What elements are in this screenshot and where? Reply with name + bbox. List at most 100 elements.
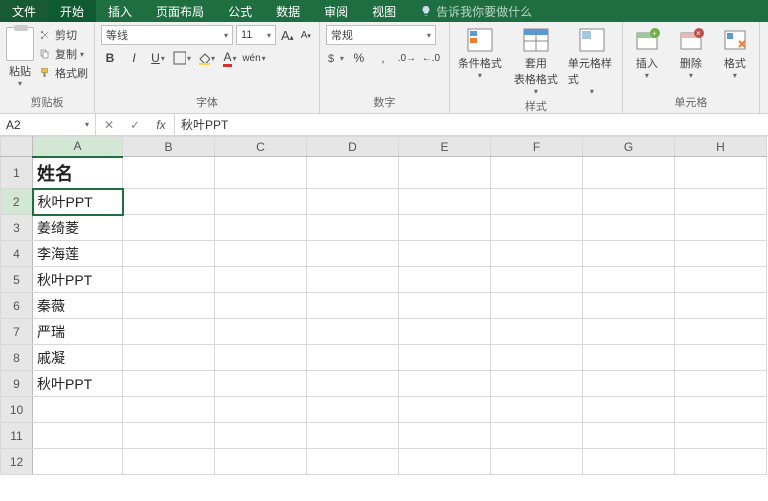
fx-button[interactable]: fx [148, 118, 174, 132]
cell-H10[interactable] [675, 397, 767, 423]
cell-E10[interactable] [399, 397, 491, 423]
row-header-5[interactable]: 5 [1, 267, 33, 293]
cell-A12[interactable] [33, 449, 123, 475]
tab-view[interactable]: 视图 [360, 0, 408, 22]
cell-E4[interactable] [399, 241, 491, 267]
cell-B4[interactable] [123, 241, 215, 267]
tell-me[interactable]: 告诉我你要做什么 [408, 0, 544, 22]
cell-H1[interactable] [675, 157, 767, 189]
bold-button[interactable]: B [101, 49, 119, 67]
cell-H11[interactable] [675, 423, 767, 449]
cell-B5[interactable] [123, 267, 215, 293]
column-header-A[interactable]: A [33, 137, 123, 157]
cell-A6[interactable]: 秦薇 [33, 293, 123, 319]
cell-B12[interactable] [123, 449, 215, 475]
tab-insert[interactable]: 插入 [96, 0, 144, 22]
cell-B6[interactable] [123, 293, 215, 319]
cell-G9[interactable] [583, 371, 675, 397]
border-button[interactable]: ▾ [173, 49, 191, 67]
row-header-7[interactable]: 7 [1, 319, 33, 345]
cell-A5[interactable]: 秋叶PPT [33, 267, 123, 293]
cell-E2[interactable] [399, 189, 491, 215]
cell-B1[interactable] [123, 157, 215, 189]
cut-button[interactable]: 剪切 [38, 27, 88, 43]
cell-G7[interactable] [583, 319, 675, 345]
cell-E1[interactable] [399, 157, 491, 189]
font-name-combo[interactable]: 等线▾ [101, 25, 233, 45]
cell-H5[interactable] [675, 267, 767, 293]
cell-C9[interactable] [215, 371, 307, 397]
cell-C1[interactable] [215, 157, 307, 189]
cell-A4[interactable]: 李海莲 [33, 241, 123, 267]
cell-D10[interactable] [307, 397, 399, 423]
select-all-corner[interactable] [1, 137, 33, 157]
cell-E9[interactable] [399, 371, 491, 397]
cell-C4[interactable] [215, 241, 307, 267]
comma-button[interactable]: , [374, 49, 392, 67]
cell-D11[interactable] [307, 423, 399, 449]
column-header-E[interactable]: E [399, 137, 491, 157]
cell-F10[interactable] [491, 397, 583, 423]
font-color-button[interactable]: A▾ [221, 49, 239, 67]
cell-styles-button[interactable]: 单元格样式▾ [568, 25, 616, 96]
confirm-edit-button[interactable]: ✓ [122, 118, 148, 132]
cell-H4[interactable] [675, 241, 767, 267]
cell-H7[interactable] [675, 319, 767, 345]
row-header-4[interactable]: 4 [1, 241, 33, 267]
cell-E11[interactable] [399, 423, 491, 449]
cell-A3[interactable]: 姜绮菱 [33, 215, 123, 241]
cell-B9[interactable] [123, 371, 215, 397]
cell-B3[interactable] [123, 215, 215, 241]
cell-E8[interactable] [399, 345, 491, 371]
cell-B10[interactable] [123, 397, 215, 423]
column-header-B[interactable]: B [123, 137, 215, 157]
cell-H8[interactable] [675, 345, 767, 371]
cell-A8[interactable]: 戚凝 [33, 345, 123, 371]
underline-button[interactable]: U▾ [149, 49, 167, 67]
cell-A7[interactable]: 严瑞 [33, 319, 123, 345]
cell-C8[interactable] [215, 345, 307, 371]
decrease-decimal-button[interactable]: ←.0 [422, 49, 440, 67]
cell-B11[interactable] [123, 423, 215, 449]
cell-H3[interactable] [675, 215, 767, 241]
formula-input[interactable]: 秋叶PPT [175, 114, 768, 135]
row-header-12[interactable]: 12 [1, 449, 33, 475]
cell-D5[interactable] [307, 267, 399, 293]
row-header-1[interactable]: 1 [1, 157, 33, 189]
cell-E12[interactable] [399, 449, 491, 475]
tab-home[interactable]: 开始 [48, 0, 96, 22]
row-header-6[interactable]: 6 [1, 293, 33, 319]
cell-G5[interactable] [583, 267, 675, 293]
cell-G3[interactable] [583, 215, 675, 241]
cell-D9[interactable] [307, 371, 399, 397]
column-header-D[interactable]: D [307, 137, 399, 157]
format-cells-button[interactable]: 格式▾ [717, 25, 753, 80]
cell-F7[interactable] [491, 319, 583, 345]
grow-font-button[interactable]: A▴ [279, 28, 296, 43]
format-table-button[interactable]: 套用 表格格式▾ [512, 25, 560, 96]
conditional-format-button[interactable]: 条件格式▾ [456, 25, 504, 80]
cell-C10[interactable] [215, 397, 307, 423]
cell-F1[interactable] [491, 157, 583, 189]
tab-file[interactable]: 文件 [0, 0, 48, 22]
italic-button[interactable]: I [125, 49, 143, 67]
cell-C2[interactable] [215, 189, 307, 215]
cell-C3[interactable] [215, 215, 307, 241]
cell-F4[interactable] [491, 241, 583, 267]
column-header-G[interactable]: G [583, 137, 675, 157]
increase-decimal-button[interactable]: .0→ [398, 49, 416, 67]
cell-A1[interactable]: 姓名 [33, 157, 123, 189]
cell-D3[interactable] [307, 215, 399, 241]
cell-H12[interactable] [675, 449, 767, 475]
cell-F9[interactable] [491, 371, 583, 397]
row-header-8[interactable]: 8 [1, 345, 33, 371]
format-painter-button[interactable]: 格式刷 [38, 65, 88, 81]
cell-D7[interactable] [307, 319, 399, 345]
tab-review[interactable]: 审阅 [312, 0, 360, 22]
cell-G8[interactable] [583, 345, 675, 371]
cell-E6[interactable] [399, 293, 491, 319]
copy-button[interactable]: 复制▾ [38, 46, 88, 62]
cell-G12[interactable] [583, 449, 675, 475]
cell-E7[interactable] [399, 319, 491, 345]
cancel-edit-button[interactable]: ✕ [96, 118, 122, 132]
